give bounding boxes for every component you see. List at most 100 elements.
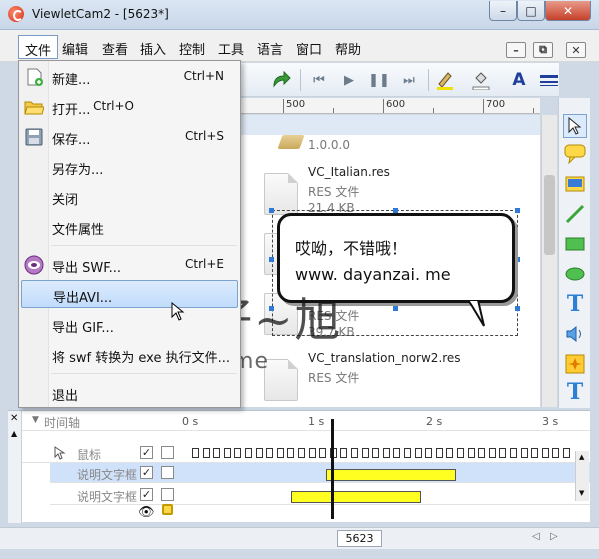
lock-checkbox[interactable]	[161, 446, 174, 459]
frame-marker[interactable]	[435, 448, 443, 458]
menu-tools[interactable]: 工具	[212, 37, 250, 58]
frame-marker[interactable]	[308, 448, 316, 458]
frame-marker[interactable]	[478, 448, 486, 458]
resize-handle[interactable]	[393, 306, 398, 311]
frame-marker[interactable]	[510, 448, 517, 458]
frame-marker[interactable]	[372, 448, 380, 458]
frame-marker[interactable]	[404, 448, 411, 458]
collapse-arrow-icon[interactable]: ▼	[32, 415, 39, 425]
close-timeline-icon[interactable]: ✕	[10, 413, 18, 424]
resize-handle[interactable]	[515, 257, 520, 262]
frame-marker[interactable]	[319, 448, 327, 458]
visibility-checkbox[interactable]: ✓	[140, 446, 153, 459]
playhead[interactable]	[331, 419, 334, 519]
visibility-checkbox[interactable]: ✓	[140, 488, 153, 501]
menu-help[interactable]: 帮助	[329, 37, 367, 58]
eye-icon[interactable]: 👁	[138, 505, 155, 520]
collapse-up-icon[interactable]: ▲	[11, 429, 17, 438]
frame-marker[interactable]	[382, 448, 390, 458]
sound-tool-icon[interactable]	[563, 322, 587, 346]
frame-marker[interactable]	[287, 448, 295, 458]
line-tool-icon[interactable]	[563, 202, 587, 226]
menu-item-close[interactable]: 关闭	[21, 183, 238, 211]
close-window-button[interactable]: ✕	[545, 1, 591, 21]
frame-marker[interactable]	[223, 448, 231, 458]
frame-marker[interactable]	[425, 448, 433, 458]
maximize-button[interactable]: □	[517, 1, 545, 21]
ellipse-tool-icon[interactable]	[563, 262, 587, 286]
play-icon[interactable]: ▶	[338, 70, 360, 90]
frame-marker[interactable]	[446, 448, 454, 458]
frame-marker[interactable]	[234, 448, 242, 458]
caption-duration-bar[interactable]	[291, 491, 421, 503]
callout-tool-icon[interactable]	[563, 142, 587, 166]
menu-view[interactable]: 查看	[96, 37, 134, 58]
timeline-scrollbar[interactable]: ▲ ▼	[575, 451, 589, 501]
lock-checkbox[interactable]	[161, 466, 174, 479]
frame-marker[interactable]	[499, 448, 507, 458]
resize-handle[interactable]	[269, 208, 274, 213]
menu-insert[interactable]: 插入	[134, 37, 172, 58]
menu-item-exit[interactable]: 退出	[21, 379, 238, 407]
menu-window[interactable]: 窗口	[290, 37, 328, 58]
menu-edit[interactable]: 编辑	[56, 37, 94, 58]
skip-back-icon[interactable]: ⏮	[308, 70, 330, 90]
text-tool-icon[interactable]: T	[563, 291, 587, 317]
menu-language[interactable]: 语言	[251, 37, 289, 58]
menu-item-export-avi[interactable]: 导出AVI...	[21, 280, 238, 308]
frame-marker[interactable]	[266, 448, 274, 458]
menu-item-export-swf[interactable]: 导出 SWF... Ctrl+E	[21, 251, 238, 279]
image-tool-icon[interactable]	[563, 352, 587, 376]
pause-icon[interactable]: ❚❚	[368, 70, 390, 90]
frame-marker[interactable]	[361, 448, 369, 458]
frame-marker[interactable]	[457, 448, 464, 458]
line-style-icon[interactable]	[538, 70, 560, 90]
menu-item-save-as[interactable]: 另存为...	[21, 153, 238, 181]
frame-marker[interactable]	[276, 448, 284, 458]
caption-duration-bar[interactable]	[326, 469, 456, 481]
frame-marker[interactable]	[340, 448, 348, 458]
visibility-checkbox[interactable]: ✓	[140, 466, 153, 479]
pen-color-icon[interactable]	[434, 70, 456, 90]
menu-item-new[interactable]: 新建... Ctrl+N	[21, 63, 238, 91]
menu-control[interactable]: 控制	[173, 37, 211, 58]
menu-item-open[interactable]: 打开... Ctrl+O	[21, 93, 238, 121]
lock-checkbox[interactable]	[161, 488, 174, 501]
frame-marker[interactable]	[393, 448, 401, 458]
doc-restore-button[interactable]: ⧉	[533, 42, 553, 58]
resize-handle[interactable]	[515, 306, 520, 311]
text-color-icon[interactable]: A	[508, 70, 530, 90]
resize-handle[interactable]	[269, 257, 274, 262]
frame-marker[interactable]	[213, 448, 221, 458]
timeline-row-caption-1[interactable]: 说明文字框 ✓	[50, 463, 590, 483]
frame-marker[interactable]	[531, 448, 539, 458]
menu-file[interactable]: 文件	[18, 35, 59, 59]
frame-marker[interactable]	[255, 448, 263, 458]
frame-marker[interactable]	[192, 448, 199, 458]
doc-minimize-button[interactable]: –	[506, 42, 526, 58]
nav-right-icon[interactable]: ▷	[550, 531, 558, 542]
menu-item-save[interactable]: 保存... Ctrl+S	[21, 123, 238, 151]
frame-marker[interactable]	[202, 448, 210, 458]
frame-marker[interactable]	[552, 448, 560, 458]
doc-close-button[interactable]: ✕	[566, 42, 586, 58]
menu-item-convert-exe[interactable]: 将 swf 转换为 exe 执行文件...	[21, 341, 238, 369]
rectangle-tool-icon[interactable]	[563, 232, 587, 256]
frame-marker[interactable]	[245, 448, 252, 458]
frame-marker[interactable]	[414, 448, 422, 458]
frame-marker[interactable]	[520, 448, 528, 458]
redo-arrow-icon[interactable]	[270, 70, 292, 90]
lock-icon[interactable]	[162, 504, 173, 515]
frame-marker[interactable]	[563, 448, 570, 458]
select-arrow-icon[interactable]	[563, 114, 587, 138]
nav-left-icon[interactable]: ◁	[532, 531, 540, 542]
fill-bucket-icon[interactable]	[470, 70, 492, 90]
frame-marker[interactable]	[467, 448, 475, 458]
frame-marker[interactable]	[541, 448, 549, 458]
text-box-tool-icon[interactable]: T	[563, 379, 587, 405]
frame-marker[interactable]	[488, 448, 496, 458]
frame-marker[interactable]	[351, 448, 358, 458]
button-tool-icon[interactable]	[563, 172, 587, 196]
frame-marker[interactable]	[298, 448, 305, 458]
menu-item-file-properties[interactable]: 文件属性	[21, 213, 238, 241]
